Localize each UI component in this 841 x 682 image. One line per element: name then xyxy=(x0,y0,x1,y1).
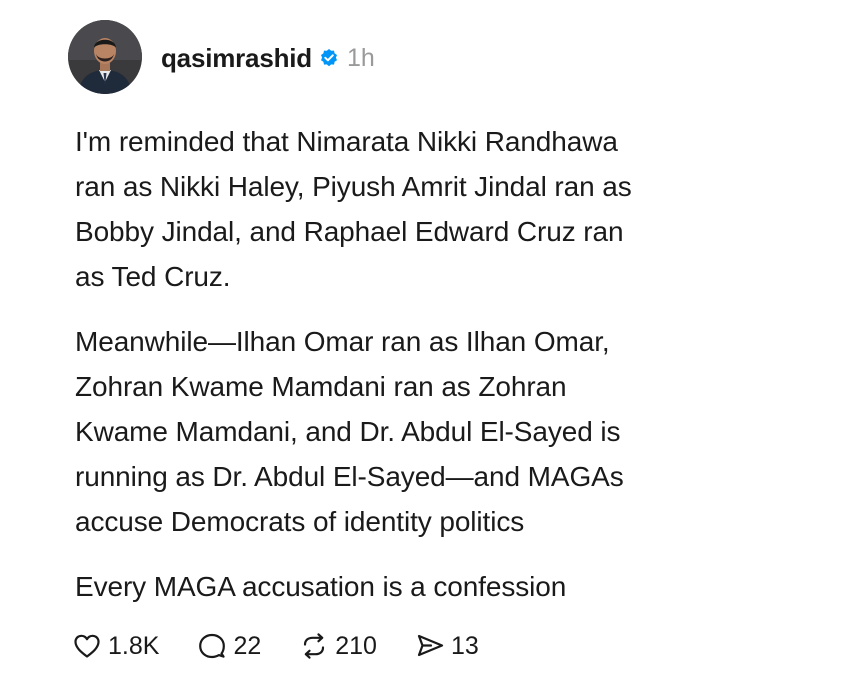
like-button[interactable]: 1.8K xyxy=(72,631,159,661)
text-line: Kwame Mamdani, and Dr. Abdul El-Sayed is xyxy=(75,416,621,447)
avatar[interactable] xyxy=(68,20,142,94)
reply-button[interactable]: 22 xyxy=(197,631,261,661)
post-actions: 1.8K 22 210 13 xyxy=(72,628,517,664)
text-line: Every MAGA accusation is a confession xyxy=(75,571,567,602)
text-line: Bobby Jindal, and Raphael Edward Cruz ra… xyxy=(75,216,624,247)
post-timestamp: 1h xyxy=(346,43,375,72)
text-line: Meanwhile—Ilhan Omar ran as Ilhan Omar, xyxy=(75,326,610,357)
repost-button[interactable]: 210 xyxy=(299,631,377,661)
text-line: Zohran Kwame Mamdani ran as Zohran xyxy=(75,371,567,402)
share-icon xyxy=(415,631,445,661)
verified-badge-icon xyxy=(319,48,339,68)
text-line: ran as Nikki Haley, Piyush Amrit Jindal … xyxy=(75,171,632,202)
post-paragraph: Meanwhile—Ilhan Omar ran as Ilhan Omar, … xyxy=(75,319,815,544)
heart-icon xyxy=(72,631,102,661)
repost-icon xyxy=(299,631,329,661)
post-paragraph: I'm reminded that Nimarata Nikki Randhaw… xyxy=(75,119,815,299)
text-line: I'm reminded that Nimarata Nikki Randhaw… xyxy=(75,126,618,157)
repost-count: 210 xyxy=(335,631,377,660)
post-body: I'm reminded that Nimarata Nikki Randhaw… xyxy=(75,119,815,629)
post-paragraph: Every MAGA accusation is a confession xyxy=(75,564,815,609)
text-line: running as Dr. Abdul El-Sayed—and MAGAs xyxy=(75,461,624,492)
share-count: 13 xyxy=(450,631,479,660)
text-line: accuse Democrats of identity politics xyxy=(75,506,525,537)
like-count: 1.8K xyxy=(108,631,160,660)
username[interactable]: qasimrashid xyxy=(161,43,312,74)
share-button[interactable]: 13 xyxy=(415,631,479,661)
reply-count: 22 xyxy=(233,631,262,660)
post-header: qasimrashid 1h xyxy=(161,40,375,76)
post-card: qasimrashid 1h I'm reminded that Nimarat… xyxy=(0,0,841,682)
comment-bubble-icon xyxy=(197,631,227,661)
text-line: as Ted Cruz. xyxy=(75,261,231,292)
